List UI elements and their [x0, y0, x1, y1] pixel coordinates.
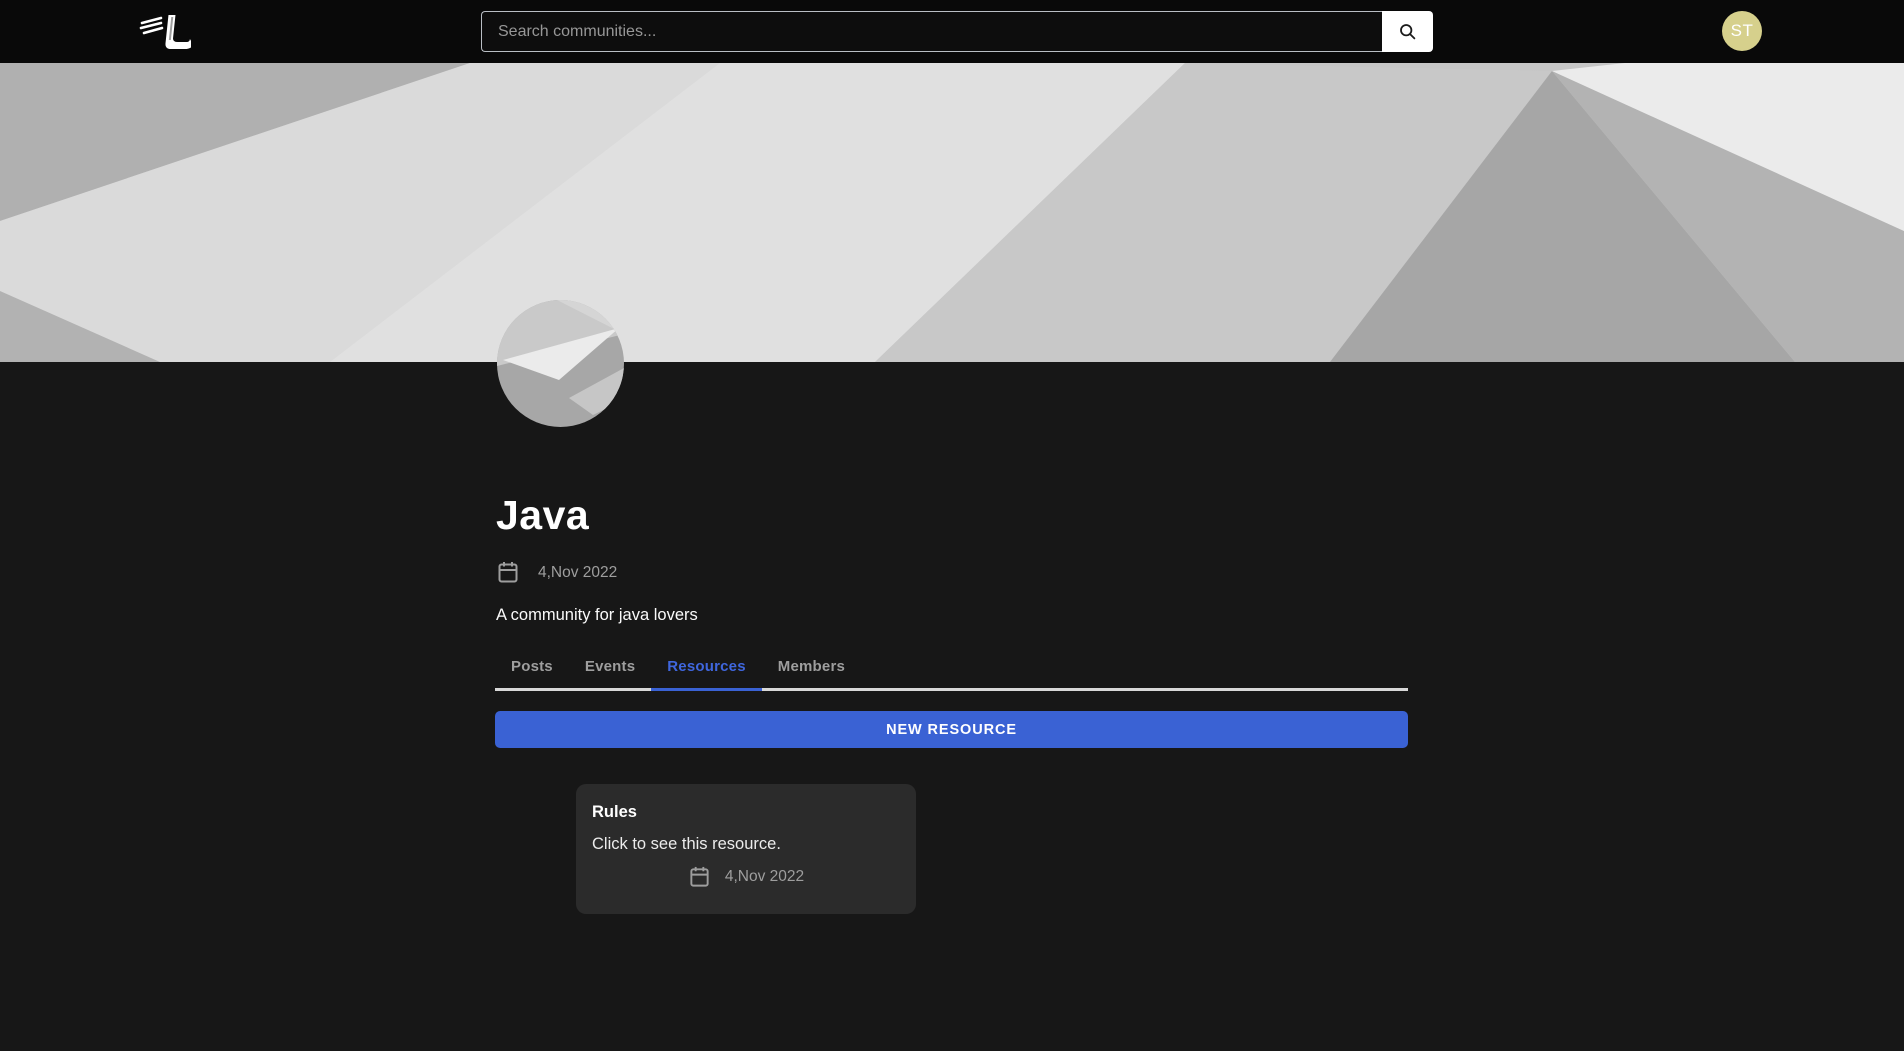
user-avatar[interactable]: ST: [1722, 11, 1762, 51]
top-navbar: ST: [0, 0, 1904, 63]
tab-posts[interactable]: Posts: [495, 644, 569, 688]
calendar-icon: [690, 866, 709, 887]
search-icon: [1399, 23, 1415, 39]
tab-events[interactable]: Events: [569, 644, 651, 688]
resource-date: 4,Nov 2022: [724, 868, 805, 886]
search-input[interactable]: [481, 11, 1382, 52]
resource-subtitle: Click to see this resource.: [592, 835, 781, 854]
resources-list: Rules Click to see this resource. 4,Nov …: [495, 784, 1408, 915]
calendar-icon: [498, 562, 518, 583]
community-search: [481, 11, 1433, 52]
new-resource-button[interactable]: NEW RESOURCE: [495, 711, 1408, 749]
community-created-date: 4,Nov 2022: [538, 563, 618, 581]
community-name: Java: [496, 492, 590, 538]
resource-date-row: 4,Nov 2022: [592, 865, 900, 889]
tab-resources[interactable]: Resources: [651, 644, 762, 692]
community-page-content: Java 4,Nov 2022 A community for java lov…: [495, 362, 1408, 915]
logo-l-shape: [165, 15, 191, 49]
search-button[interactable]: [1382, 11, 1433, 52]
community-banner-image: [0, 63, 1904, 362]
tab-members[interactable]: Members: [762, 644, 861, 688]
community-description: A community for java lovers: [496, 606, 698, 625]
community-tabs: Posts Events Resources Members: [495, 644, 1408, 692]
community-created-date-row: 4,Nov 2022: [496, 560, 1408, 585]
resource-title: Rules: [592, 803, 637, 822]
resource-card[interactable]: Rules Click to see this resource. 4,Nov …: [576, 784, 916, 915]
winged-l-logo-icon[interactable]: [139, 10, 191, 52]
